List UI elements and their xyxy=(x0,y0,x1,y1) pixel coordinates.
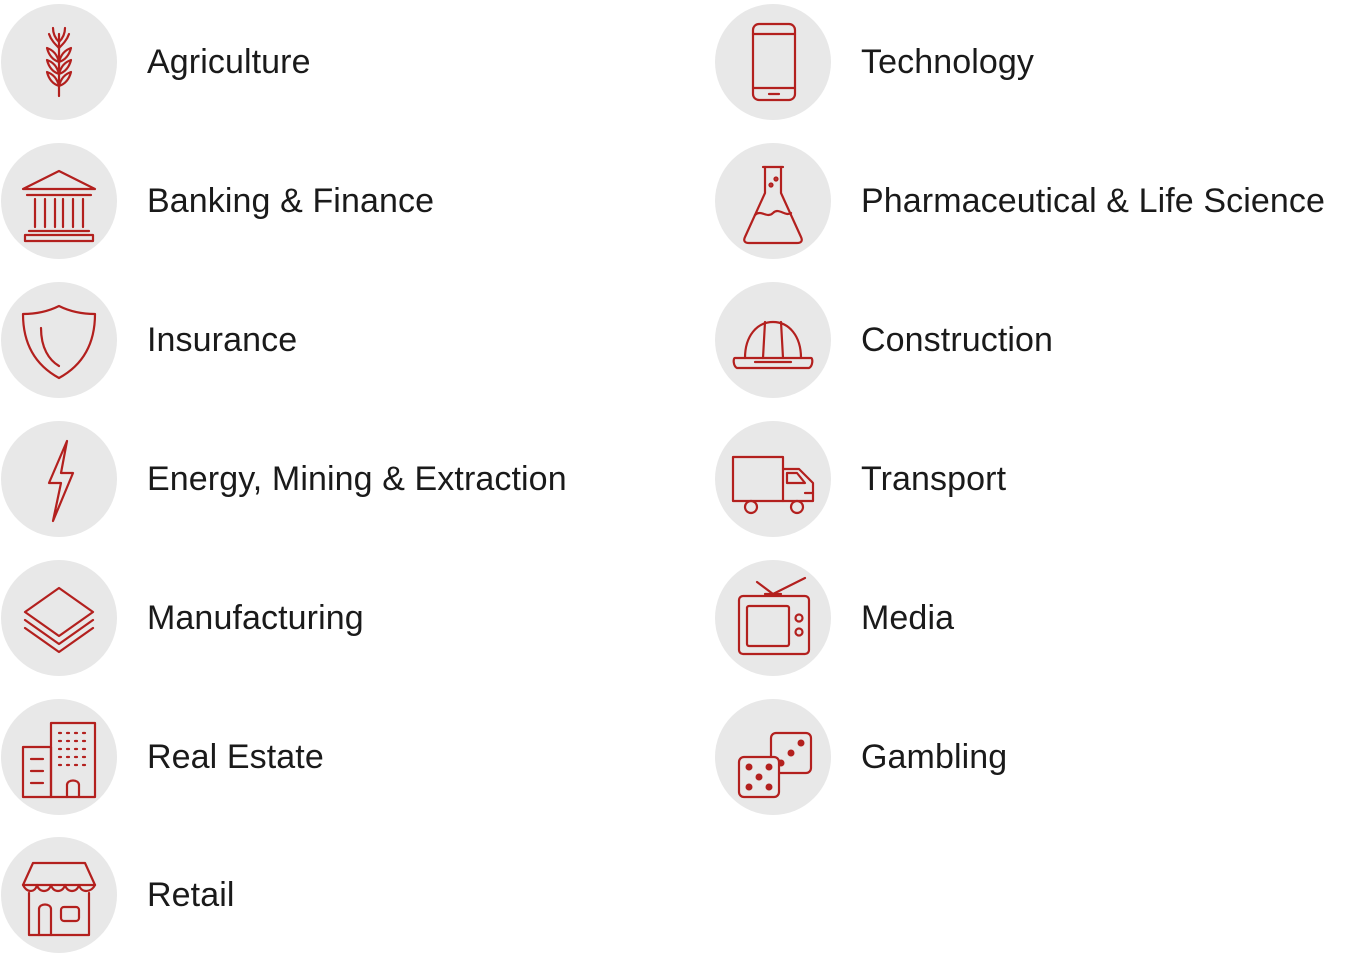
industry-energy[interactable]: Energy, Mining & Extraction xyxy=(1,420,567,538)
icon-circle xyxy=(715,421,831,537)
icon-circle xyxy=(1,837,117,953)
industry-technology[interactable]: Technology xyxy=(715,3,1034,121)
industry-retail[interactable]: Retail xyxy=(1,836,235,954)
industry-label: Technology xyxy=(861,42,1035,81)
industry-agriculture[interactable]: Agriculture xyxy=(1,3,311,121)
dice-icon xyxy=(737,731,813,799)
lightning-icon xyxy=(47,439,75,523)
icon-circle xyxy=(1,282,117,398)
flask-icon xyxy=(743,165,803,245)
industry-label: Construction xyxy=(861,320,1054,359)
industry-construction[interactable]: Construction xyxy=(715,281,1053,399)
bank-icon xyxy=(21,169,97,243)
industry-transport[interactable]: Transport xyxy=(715,420,1006,538)
industry-label: Pharmaceutical & Life Science xyxy=(861,181,1326,220)
industry-label: Energy, Mining & Extraction xyxy=(147,459,567,498)
icon-circle xyxy=(1,699,117,815)
industry-media[interactable]: Media xyxy=(715,559,954,677)
industry-label: Agriculture xyxy=(147,42,311,81)
industry-gambling[interactable]: Gambling xyxy=(715,698,1007,816)
industry-label: Manufacturing xyxy=(147,598,364,637)
industry-label: Gambling xyxy=(861,737,1008,776)
truck-icon xyxy=(731,455,815,515)
wheat-icon xyxy=(45,26,73,98)
icon-circle xyxy=(1,143,117,259)
industry-label: Media xyxy=(861,598,955,637)
industry-label: Retail xyxy=(147,875,235,914)
shield-icon xyxy=(21,304,97,380)
industry-banking[interactable]: Banking & Finance xyxy=(1,142,434,260)
industry-label: Banking & Finance xyxy=(147,181,435,220)
industry-label: Transport xyxy=(861,459,1007,498)
industry-label: Real Estate xyxy=(147,737,324,776)
storefront-icon xyxy=(21,861,97,937)
television-icon xyxy=(737,576,811,656)
industry-pharma[interactable]: Pharmaceutical & Life Science xyxy=(715,142,1325,260)
hard-hat-icon xyxy=(732,320,814,370)
icon-circle xyxy=(715,282,831,398)
icon-circle xyxy=(715,4,831,120)
icon-circle xyxy=(715,699,831,815)
icon-circle xyxy=(1,4,117,120)
layers-icon xyxy=(23,586,95,654)
industry-real-estate[interactable]: Real Estate xyxy=(1,698,324,816)
icon-circle xyxy=(715,143,831,259)
icon-circle xyxy=(715,560,831,676)
icon-circle xyxy=(1,421,117,537)
industry-label: Insurance xyxy=(147,320,298,359)
smartphone-icon xyxy=(751,22,797,102)
industry-manufacturing[interactable]: Manufacturing xyxy=(1,559,364,677)
industry-insurance[interactable]: Insurance xyxy=(1,281,297,399)
icon-circle xyxy=(1,560,117,676)
building-icon xyxy=(21,721,97,799)
